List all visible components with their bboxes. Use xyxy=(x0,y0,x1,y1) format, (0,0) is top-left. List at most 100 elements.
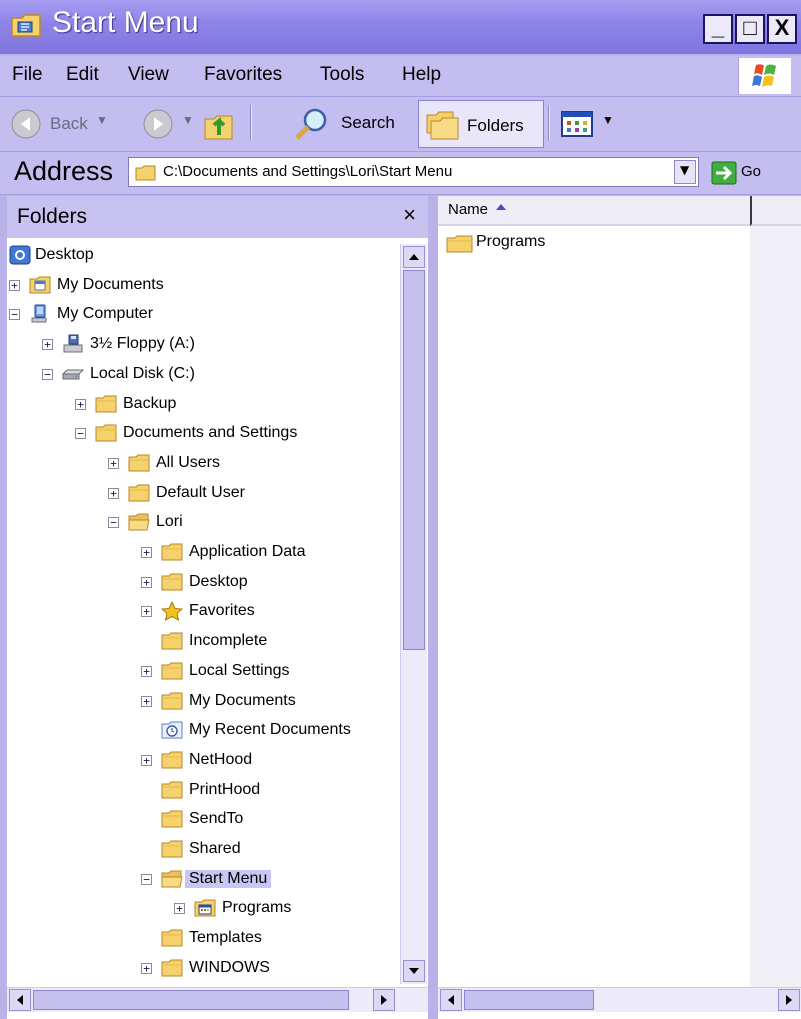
collapse-icon[interactable]: − xyxy=(141,873,152,885)
pane-splitter[interactable] xyxy=(428,196,438,1019)
address-dropdown-button[interactable]: ▼ xyxy=(674,160,696,184)
scroll-down-arrow-icon xyxy=(409,968,419,974)
expand-icon[interactable]: + xyxy=(42,339,53,351)
tree-item[interactable]: + Programs xyxy=(7,895,399,925)
tree-item[interactable]: SendTo xyxy=(7,806,399,836)
toolbar-separator xyxy=(250,105,252,141)
tree-item[interactable]: + NetHood xyxy=(7,747,399,777)
folder-icon xyxy=(95,423,117,443)
name-column-header[interactable]: Name xyxy=(438,196,750,226)
maximize-button[interactable]: □ xyxy=(735,14,765,44)
address-input[interactable]: C:\Documents and Settings\Lori\Start Men… xyxy=(128,157,699,187)
folders-icon xyxy=(426,111,459,140)
tree-item[interactable]: Incomplete xyxy=(7,628,399,658)
tree-item-label: Programs xyxy=(222,899,292,917)
tree-item-label: Documents and Settings xyxy=(123,424,298,442)
sort-ascending-icon xyxy=(496,204,506,210)
forward-dropdown-icon[interactable]: ▼ xyxy=(182,113,194,127)
expand-icon[interactable]: + xyxy=(9,279,20,291)
folder-open-icon xyxy=(128,512,150,532)
expand-icon[interactable]: + xyxy=(141,754,152,766)
close-pane-icon[interactable]: × xyxy=(403,202,416,228)
scroll-up-button[interactable] xyxy=(403,246,425,268)
views-dropdown-icon[interactable]: ▼ xyxy=(602,113,614,127)
tree-item[interactable]: + Default User xyxy=(7,480,399,510)
tree-item[interactable]: Desktop xyxy=(7,242,399,272)
file-list-horizontal-scrollbar[interactable] xyxy=(438,987,801,1012)
expand-icon[interactable]: + xyxy=(141,576,152,588)
tree-item[interactable]: + Backup xyxy=(7,391,399,421)
minimize-button[interactable]: _ xyxy=(703,14,733,44)
scroll-right-button[interactable] xyxy=(373,989,395,1011)
tree-item[interactable]: − Local Disk (C:) xyxy=(7,361,399,391)
tree-item[interactable]: +3½ Floppy (A:) xyxy=(7,331,399,361)
tree-item[interactable]: − Lori xyxy=(7,509,399,539)
tree-item[interactable]: + Application Data xyxy=(7,539,399,569)
tree-item[interactable]: − Documents and Settings xyxy=(7,420,399,450)
close-button[interactable]: X xyxy=(767,14,797,44)
programs-folder-icon xyxy=(194,898,216,918)
search-button[interactable]: Search xyxy=(341,113,395,133)
address-path: C:\Documents and Settings\Lori\Start Men… xyxy=(163,163,453,180)
expand-icon[interactable]: + xyxy=(141,606,152,618)
menu-edit[interactable]: Edit xyxy=(66,64,99,86)
folder-tree: Desktop + My Documents − My Computer +3½ Flop… xyxy=(7,238,399,983)
menu-file[interactable]: File xyxy=(12,64,43,86)
menu-tools[interactable]: Tools xyxy=(320,64,364,86)
tree-item[interactable]: + WINDOWS xyxy=(7,955,399,983)
tree-item[interactable]: My Recent Documents xyxy=(7,717,399,747)
folder-icon xyxy=(161,661,183,681)
tree-item[interactable]: − My Computer xyxy=(7,301,399,331)
tree-item[interactable]: Templates xyxy=(7,925,399,955)
folders-label: Folders xyxy=(467,116,524,135)
expand-icon[interactable]: + xyxy=(141,962,152,974)
views-icon[interactable] xyxy=(560,109,600,139)
up-folder-icon[interactable] xyxy=(202,105,236,143)
collapse-icon[interactable]: − xyxy=(108,517,119,529)
folder-icon xyxy=(161,542,183,562)
expand-icon[interactable]: + xyxy=(141,665,152,677)
tree-item[interactable]: + My Documents xyxy=(7,688,399,718)
title-bar[interactable]: Start Menu _ □ X xyxy=(0,0,801,54)
expand-icon[interactable]: + xyxy=(108,457,119,469)
tree-item[interactable]: − Start Menu xyxy=(7,866,399,896)
go-button[interactable]: Go xyxy=(741,163,761,180)
menu-view[interactable]: View xyxy=(128,64,169,86)
menu-help[interactable]: Help xyxy=(402,64,441,86)
folders-toggle-button[interactable]: Folders xyxy=(418,100,544,148)
tree-item[interactable]: + Favorites xyxy=(7,598,399,628)
tree-item[interactable]: PrintHood xyxy=(7,777,399,807)
explorer-window: Start Menu _ □ X File Edit View Favorite… xyxy=(0,0,801,1019)
tree-item[interactable]: + My Documents xyxy=(7,272,399,302)
tree-item[interactable]: Shared xyxy=(7,836,399,866)
expand-icon[interactable]: + xyxy=(141,547,152,558)
collapse-icon[interactable]: − xyxy=(9,309,20,321)
search-icon[interactable] xyxy=(292,106,330,142)
go-arrow-icon[interactable] xyxy=(711,161,737,185)
menu-favorites[interactable]: Favorites xyxy=(204,64,282,86)
expand-icon[interactable]: + xyxy=(141,695,152,707)
scroll-right-button[interactable] xyxy=(778,989,800,1011)
scroll-left-button[interactable] xyxy=(9,989,31,1011)
collapse-icon[interactable]: − xyxy=(42,368,53,380)
back-arrow-icon[interactable] xyxy=(10,108,44,140)
expand-icon[interactable]: + xyxy=(174,903,185,915)
horizontal-scroll-thumb[interactable] xyxy=(464,990,594,1010)
scroll-down-button[interactable] xyxy=(403,960,425,982)
folder-tree-vertical-scrollbar[interactable] xyxy=(400,244,427,984)
forward-arrow-icon[interactable] xyxy=(142,108,176,140)
tree-item[interactable]: + All Users xyxy=(7,450,399,480)
folder-tree-horizontal-scrollbar[interactable] xyxy=(7,987,428,1012)
expand-icon[interactable]: + xyxy=(75,398,86,410)
back-dropdown-icon[interactable]: ▼ xyxy=(96,113,108,127)
tree-item[interactable]: + Local Settings xyxy=(7,658,399,688)
expand-icon[interactable]: + xyxy=(108,487,119,499)
tree-item[interactable]: + Desktop xyxy=(7,569,399,599)
scroll-thumb[interactable] xyxy=(403,270,425,650)
collapse-icon[interactable]: − xyxy=(75,428,86,440)
tree-item-label: Backup xyxy=(123,394,177,412)
horizontal-scroll-thumb[interactable] xyxy=(33,990,349,1010)
menu-bar: File Edit View Favorites Tools Help xyxy=(0,56,801,97)
scroll-left-button[interactable] xyxy=(440,989,462,1011)
back-button[interactable]: Back xyxy=(50,114,88,134)
